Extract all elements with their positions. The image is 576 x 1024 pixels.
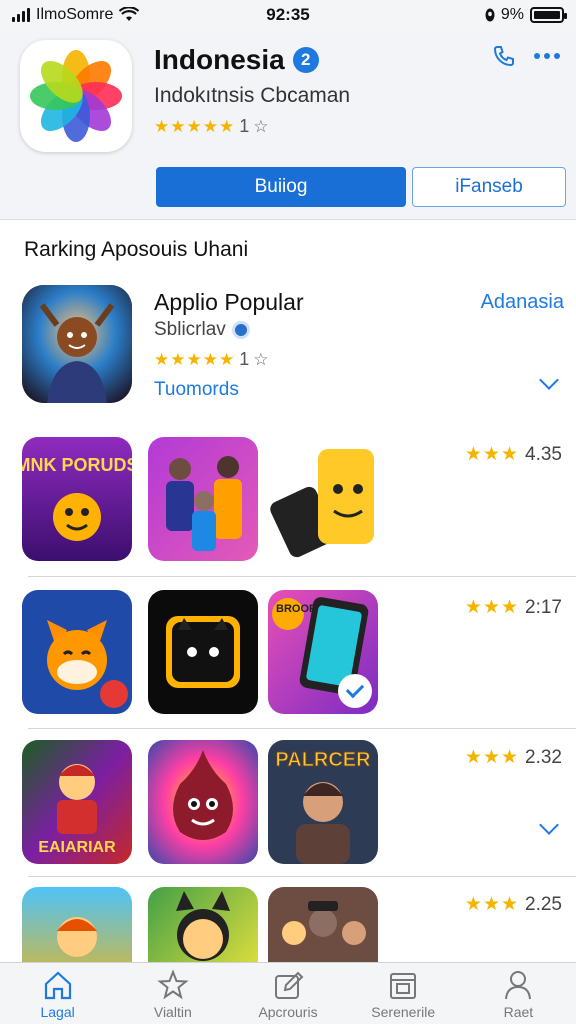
app-icon[interactable]: [20, 40, 132, 152]
tab-label: Lagal: [40, 1003, 75, 1020]
app-thumbnail[interactable]: [268, 437, 378, 561]
app-thumbnail[interactable]: MNK PORUDS: [22, 437, 132, 561]
tab-lagal[interactable]: Lagal: [0, 963, 115, 1024]
home-icon: [44, 971, 71, 999]
app-thumbnail[interactable]: EAIARIAR: [22, 740, 132, 864]
divider: [28, 876, 576, 877]
black-cat-artwork: [148, 590, 258, 714]
app-row: EAIARIAR PALRCER ★★★ 2.32: [0, 740, 576, 890]
onion-monster-artwork: [148, 740, 258, 864]
app-subtitle: Indokıtnsis Cbcaman: [154, 84, 351, 107]
app-rating: ★★★★★ 1 ☆: [154, 116, 268, 137]
tab-apcrouris[interactable]: Apcrouris: [230, 963, 345, 1024]
app-thumbnail[interactable]: [148, 740, 258, 864]
app-thumbnail[interactable]: [148, 590, 258, 714]
app-thumbnail[interactable]: PALRCER: [268, 740, 378, 864]
verified-badge: 2: [292, 47, 319, 73]
battery-percent: 9%: [500, 6, 524, 23]
row-rating-stars: ★★★: [464, 894, 520, 915]
star-icon: [157, 968, 189, 999]
empty-star-icon: ☆: [253, 349, 269, 369]
app-row: MNK PORUDS ★★★ 4.35: [0, 437, 576, 587]
tab-label: Apcrouris: [258, 1003, 318, 1020]
row-rating: ★★★ 2.32: [465, 746, 562, 769]
family-artwork: [148, 437, 258, 561]
row-rating: ★★★ 2:17: [465, 596, 562, 619]
phone-mascot-artwork: [268, 437, 378, 561]
empty-star-icon: ☆: [253, 116, 269, 136]
featured-app-title: Applio Popular: [154, 289, 304, 315]
row-rating-value: 4.35: [525, 443, 562, 465]
featured-rating-stars: ★★★★★: [154, 349, 236, 369]
app-thumbnail[interactable]: BROOR: [268, 590, 378, 714]
app-label: PALRCER: [275, 749, 371, 771]
developer-name: Sblicrlav: [154, 319, 226, 340]
app-title: Indonesia 2: [154, 44, 319, 76]
app-label: EAIARIAR: [38, 839, 116, 856]
status-bar: IlmoSomre 92:35 9%: [0, 0, 576, 30]
featured-rating-count: 1: [239, 349, 250, 369]
checkmark-icon[interactable]: [338, 674, 372, 708]
tab-label: Serenerile: [371, 1003, 436, 1020]
carrier-name: IlmoSomre: [36, 6, 114, 23]
app-label: BROOR: [276, 603, 317, 615]
more-icon[interactable]: [534, 53, 560, 59]
tab-raet[interactable]: Raet: [461, 963, 576, 1024]
app-row: BROOR ★★★ 2:17: [0, 590, 576, 740]
tab-vialtin[interactable]: Vialtin: [115, 963, 230, 1024]
signal-icon: [12, 8, 30, 22]
section-title: Rarking Aposouis Uhani: [24, 238, 249, 261]
featured-app-action[interactable]: Adanasia: [481, 291, 564, 314]
app-header: Indonesia 2 Indokıtnsis Cbcaman ★★★★★ 1 …: [0, 30, 576, 220]
tab-label: Vialtin: [153, 1003, 192, 1020]
tab-serenerile[interactable]: Serenerile: [346, 963, 461, 1024]
row-rating-stars: ★★★: [464, 597, 520, 618]
secondary-action-button[interactable]: iFanseb: [412, 167, 566, 207]
rating-stars: ★★★★★: [154, 116, 236, 136]
battery-icon: [530, 7, 567, 23]
featured-app-thumbnail[interactable]: [22, 285, 132, 403]
row-rating: ★★★ 2.25: [465, 893, 562, 916]
row-rating-value: 2.32: [525, 746, 562, 768]
developer-badge-icon: [231, 321, 250, 339]
fox-artwork: [22, 590, 132, 714]
photos-flower-icon: [30, 50, 122, 142]
calendar-icon: [390, 972, 417, 999]
row-rating-value: 2:17: [525, 596, 562, 618]
chevron-down-icon[interactable]: [539, 370, 559, 390]
edit-icon: [275, 971, 304, 999]
featured-app-developer: Sblicrlav: [154, 319, 250, 341]
divider: [28, 576, 576, 577]
featured-app[interactable]: Applio Popular Sblicrlav ★★★★★ 1 ☆ Tuomo…: [0, 285, 576, 410]
phone-icon[interactable]: [492, 44, 516, 68]
divider: [28, 728, 576, 729]
featured-app-rating: ★★★★★ 1 ☆: [154, 349, 268, 370]
hero-artwork: EAIARIAR: [22, 740, 132, 864]
game-artwork: MNK PORUDS: [22, 437, 132, 561]
featured-app-link[interactable]: Tuomords: [154, 379, 239, 401]
app-title-text: Indonesia: [154, 44, 285, 75]
person-icon: [505, 970, 532, 999]
chevron-down-icon[interactable]: [539, 815, 559, 835]
row-rating-stars: ★★★: [464, 747, 520, 768]
primary-action-button[interactable]: Buiiog: [156, 167, 406, 207]
row-rating-stars: ★★★: [464, 444, 520, 465]
tab-bar: Lagal Vialtin Apcrouris Serenerile Raet: [0, 962, 576, 1024]
app-thumbnail[interactable]: [148, 437, 258, 561]
character-artwork: [22, 285, 132, 403]
app-thumbnail[interactable]: [22, 590, 132, 714]
row-rating: ★★★ 4.35: [465, 443, 562, 466]
portrait-artwork: PALRCER: [268, 740, 378, 864]
row-rating-value: 2.25: [525, 893, 562, 915]
wifi-icon: [119, 7, 140, 21]
location-icon: [485, 8, 495, 21]
tab-label: Raet: [503, 1003, 534, 1020]
app-label: MNK PORUDS: [22, 455, 132, 475]
rating-count: 1: [239, 116, 250, 136]
